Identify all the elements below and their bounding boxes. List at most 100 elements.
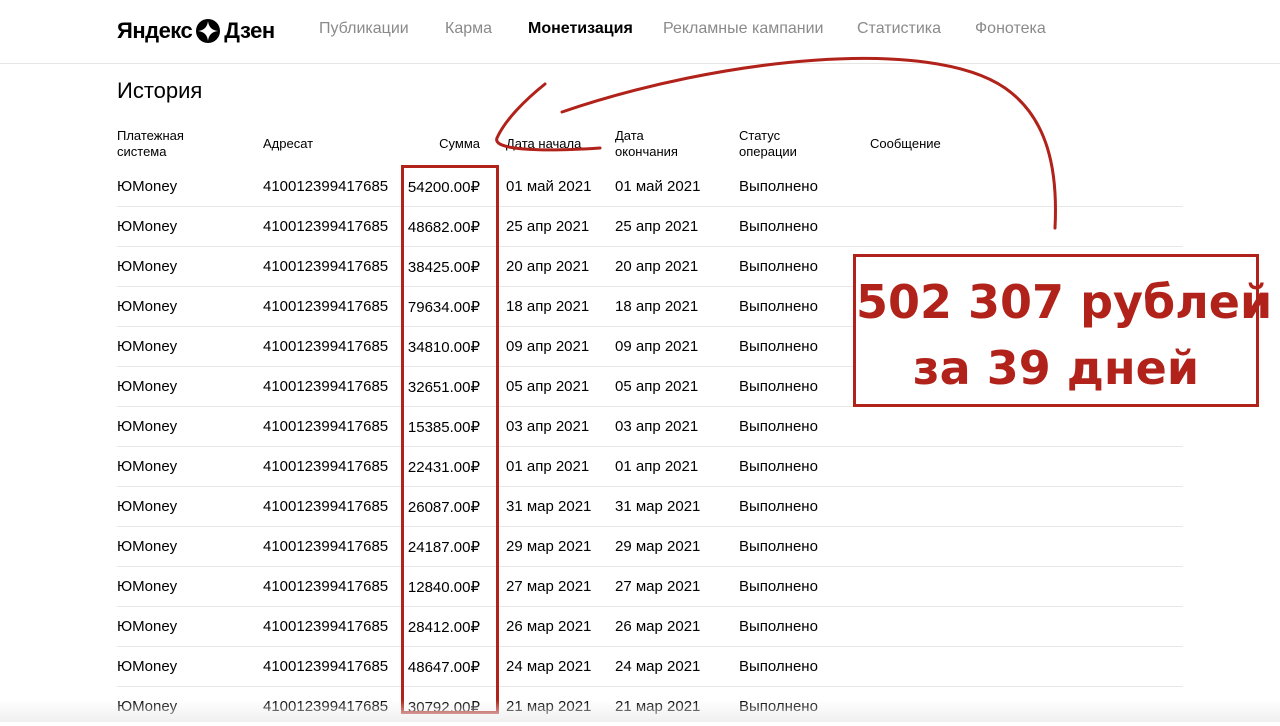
cell-end-date: 01 май 2021 xyxy=(615,167,739,207)
cell-start-date: 18 апр 2021 xyxy=(493,287,615,327)
table-row: ЮMoney41001239941768524187.00₽29 мар 202… xyxy=(117,527,1183,567)
table-row: ЮMoney41001239941768526087.00₽31 мар 202… xyxy=(117,487,1183,527)
cell-status: Выполнено xyxy=(739,327,870,367)
cell-end-date: 05 апр 2021 xyxy=(615,367,739,407)
cell-start-date: 27 мар 2021 xyxy=(493,567,615,607)
cell-payment-system: ЮMoney xyxy=(117,287,263,327)
cell-payment-system: ЮMoney xyxy=(117,367,263,407)
nav-item-statistics[interactable]: Статистика xyxy=(857,20,941,38)
logo-text-yandex: Яндекс xyxy=(117,18,192,44)
cell-recipient: 410012399417685 xyxy=(263,687,407,726)
cell-end-date: 18 апр 2021 xyxy=(615,287,739,327)
table-row: ЮMoney41001239941768522431.00₽01 апр 202… xyxy=(117,447,1183,487)
table-row: ЮMoney41001239941768528412.00₽26 мар 202… xyxy=(117,607,1183,647)
table-row: ЮMoney41001239941768548682.00₽25 апр 202… xyxy=(117,207,1183,247)
top-bar: Яндекс Дзен Публикации Карма Монетизация… xyxy=(0,0,1280,64)
cell-payment-system: ЮMoney xyxy=(117,447,263,487)
cell-recipient: 410012399417685 xyxy=(263,287,407,327)
cell-end-date: 25 апр 2021 xyxy=(615,207,739,247)
cell-payment-system: ЮMoney xyxy=(117,247,263,287)
column-header-amount: Сумма xyxy=(407,121,493,167)
cell-status: Выполнено xyxy=(739,167,870,207)
cell-status: Выполнено xyxy=(739,687,870,726)
callout-total-amount: 502 307 рублей xyxy=(856,269,1256,335)
cell-start-date: 29 мар 2021 xyxy=(493,527,615,567)
cell-start-date: 01 апр 2021 xyxy=(493,447,615,487)
cell-recipient: 410012399417685 xyxy=(263,327,407,367)
cell-end-date: 26 мар 2021 xyxy=(615,607,739,647)
yandex-zen-logo[interactable]: Яндекс Дзен xyxy=(117,15,275,47)
cell-payment-system: ЮMoney xyxy=(117,167,263,207)
cell-amount: 54200.00₽ xyxy=(407,167,493,207)
cell-end-date: 01 апр 2021 xyxy=(615,447,739,487)
cell-start-date: 31 мар 2021 xyxy=(493,487,615,527)
cell-message xyxy=(870,447,1183,487)
cell-end-date: 03 апр 2021 xyxy=(615,407,739,447)
cell-message xyxy=(870,207,1183,247)
cell-amount: 32651.00₽ xyxy=(407,367,493,407)
column-header-message: Сообщение xyxy=(870,121,1183,167)
cell-payment-system: ЮMoney xyxy=(117,567,263,607)
cell-recipient: 410012399417685 xyxy=(263,647,407,687)
nav-item-music-library[interactable]: Фонотека xyxy=(975,20,1046,38)
cell-amount: 38425.00₽ xyxy=(407,247,493,287)
total-earnings-callout: 502 307 рублей за 39 дней xyxy=(853,254,1259,407)
cell-recipient: 410012399417685 xyxy=(263,207,407,247)
cell-recipient: 410012399417685 xyxy=(263,567,407,607)
cell-recipient: 410012399417685 xyxy=(263,407,407,447)
cell-amount: 12840.00₽ xyxy=(407,567,493,607)
cell-payment-system: ЮMoney xyxy=(117,207,263,247)
cell-status: Выполнено xyxy=(739,207,870,247)
payout-history-table: Платежная система Адресат Сумма Дата нач… xyxy=(117,121,1183,726)
nav-item-karma[interactable]: Карма xyxy=(445,20,492,38)
cell-amount: 15385.00₽ xyxy=(407,407,493,447)
cell-amount: 48682.00₽ xyxy=(407,207,493,247)
cell-payment-system: ЮMoney xyxy=(117,327,263,367)
nav-item-publications[interactable]: Публикации xyxy=(319,20,409,38)
cell-status: Выполнено xyxy=(739,407,870,447)
cell-payment-system: ЮMoney xyxy=(117,487,263,527)
cell-status: Выполнено xyxy=(739,527,870,567)
cell-status: Выполнено xyxy=(739,247,870,287)
cell-message xyxy=(870,607,1183,647)
cell-status: Выполнено xyxy=(739,367,870,407)
cell-status: Выполнено xyxy=(739,447,870,487)
cell-status: Выполнено xyxy=(739,287,870,327)
cell-amount: 30792.00₽ xyxy=(407,687,493,726)
cell-end-date: 27 мар 2021 xyxy=(615,567,739,607)
table-row: ЮMoney41001239941768512840.00₽27 мар 202… xyxy=(117,567,1183,607)
cell-message xyxy=(870,527,1183,567)
column-header-status: Статус операции xyxy=(739,121,870,167)
cell-start-date: 25 апр 2021 xyxy=(493,207,615,247)
page-title: История xyxy=(117,78,202,104)
callout-period: за 39 дней xyxy=(856,335,1256,401)
cell-recipient: 410012399417685 xyxy=(263,367,407,407)
cell-payment-system: ЮMoney xyxy=(117,647,263,687)
nav-item-monetization[interactable]: Монетизация xyxy=(528,20,633,38)
cell-amount: 48647.00₽ xyxy=(407,647,493,687)
cell-start-date: 09 апр 2021 xyxy=(493,327,615,367)
cell-message xyxy=(870,487,1183,527)
zen-star-icon xyxy=(196,19,220,43)
cell-recipient: 410012399417685 xyxy=(263,527,407,567)
cell-status: Выполнено xyxy=(739,487,870,527)
cell-amount: 28412.00₽ xyxy=(407,607,493,647)
cell-recipient: 410012399417685 xyxy=(263,607,407,647)
nav-item-ad-campaigns[interactable]: Рекламные кампании xyxy=(663,20,823,38)
cell-amount: 79634.00₽ xyxy=(407,287,493,327)
column-header-system: Платежная система xyxy=(117,121,263,167)
cell-amount: 24187.00₽ xyxy=(407,527,493,567)
cell-status: Выполнено xyxy=(739,607,870,647)
cell-end-date: 31 мар 2021 xyxy=(615,487,739,527)
cell-message xyxy=(870,567,1183,607)
cell-payment-system: ЮMoney xyxy=(117,527,263,567)
cell-start-date: 01 май 2021 xyxy=(493,167,615,207)
cell-message xyxy=(870,687,1183,726)
cell-end-date: 09 апр 2021 xyxy=(615,327,739,367)
cell-recipient: 410012399417685 xyxy=(263,487,407,527)
table-row: ЮMoney41001239941768530792.00₽21 мар 202… xyxy=(117,687,1183,726)
cell-start-date: 20 апр 2021 xyxy=(493,247,615,287)
cell-end-date: 29 мар 2021 xyxy=(615,527,739,567)
column-header-end-date: Дата окончания xyxy=(615,121,739,167)
cell-start-date: 03 апр 2021 xyxy=(493,407,615,447)
